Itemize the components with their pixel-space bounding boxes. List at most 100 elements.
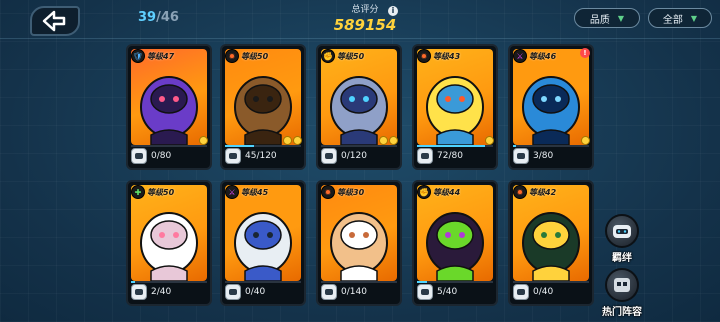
card-footer: 0/80 [131, 147, 207, 165]
shield-icon: 🛡 [131, 49, 145, 63]
header-divider [0, 38, 720, 39]
shard-icon [131, 284, 147, 300]
shard-icon [321, 284, 337, 300]
hero-card[interactable]: ✹ 等级50 45/120 [220, 44, 306, 170]
collection-total: /46 [156, 10, 179, 25]
hero-card[interactable]: ✊ 等级50 0/120 [316, 44, 402, 170]
hero-card[interactable]: ⚔ 等级46 ! 3/80 [508, 44, 594, 170]
hero-card[interactable]: 🛡 等级47 0/80 [126, 44, 212, 170]
level-text: 等级45 [241, 187, 269, 197]
card-footer: 0/40 [513, 283, 589, 301]
shard-progress: 0/40 [533, 287, 554, 297]
hero-art: ✹ 等级30 [321, 185, 397, 281]
info-icon[interactable]: i [388, 6, 398, 16]
card-footer: 45/120 [225, 147, 301, 165]
hero-character-image [426, 76, 484, 145]
shard-progress: 0/40 [245, 287, 266, 297]
hero-art: ✚ 等级50 [131, 185, 207, 281]
level-text: 等级50 [241, 51, 269, 61]
bond-button[interactable]: 羁绊 [600, 214, 644, 264]
hero-character-image [140, 76, 198, 145]
card-footer: 0/120 [321, 147, 397, 165]
quality-filter-dropdown[interactable]: 品质 ▼ [574, 8, 640, 28]
star-icon [293, 136, 302, 145]
collection-current: 39 [138, 10, 157, 25]
sword-icon: ⚔ [513, 49, 527, 63]
hero-character-image [234, 212, 292, 281]
fist-icon: ✊ [417, 185, 431, 199]
card-footer: 3/80 [513, 147, 589, 165]
level-badge: ✹ 等级50 [225, 49, 271, 63]
level-text: 等级43 [433, 51, 461, 61]
level-text: 等级50 [337, 51, 365, 61]
hero-art: ✹ 等级50 [225, 49, 301, 145]
shard-progress: 5/40 [437, 287, 458, 297]
hero-card[interactable]: ✹ 等级42 0/40 [508, 180, 594, 306]
star-icon [283, 136, 292, 145]
hero-character-image [330, 212, 388, 281]
shard-icon [225, 148, 241, 164]
level-badge: ✹ 等级30 [321, 185, 367, 199]
shard-progress: 0/140 [341, 287, 367, 297]
hero-card[interactable]: ⚔ 等级45 0/40 [220, 180, 306, 306]
hero-art: ✹ 等级43 [417, 49, 493, 145]
level-text: 等级30 [337, 187, 365, 197]
back-arrow-icon [42, 10, 66, 32]
star-icon [199, 136, 208, 145]
card-footer: 0/40 [225, 283, 301, 301]
level-badge: ⚔ 等级46 [513, 49, 559, 63]
all-filter-dropdown[interactable]: 全部 ▼ [648, 8, 712, 28]
shard-icon [417, 148, 433, 164]
shard-icon [321, 148, 337, 164]
star-rating [581, 136, 590, 145]
shard-icon [513, 148, 529, 164]
hero-art: ✊ 等级44 [417, 185, 493, 281]
hero-character-image [234, 76, 292, 145]
alert-icon: ! [580, 48, 590, 58]
sword-icon: ⚔ [225, 185, 239, 199]
flame-icon: ✹ [513, 185, 527, 199]
shard-icon [225, 284, 241, 300]
level-badge: ⚔ 等级45 [225, 185, 271, 199]
shard-progress: 45/120 [245, 151, 277, 161]
level-badge: ✊ 等级50 [321, 49, 367, 63]
popular-lineup-label: 热门阵容 [602, 307, 642, 318]
card-footer: 72/80 [417, 147, 493, 165]
hero-character-image [426, 212, 484, 281]
shard-progress: 3/80 [533, 151, 554, 161]
level-text: 等级46 [529, 51, 557, 61]
hero-card[interactable]: ✚ 等级50 2/40 [126, 180, 212, 306]
shard-progress: 72/80 [437, 151, 463, 161]
shard-icon [513, 284, 529, 300]
hero-card[interactable]: ✹ 等级43 72/80 [412, 44, 498, 170]
fist-icon: ✊ [321, 49, 335, 63]
hero-art: ⚔ 等级46 [513, 49, 589, 145]
popular-lineup-button[interactable]: 热门阵容 [600, 268, 644, 318]
level-text: 等级47 [147, 51, 175, 61]
level-badge: ✚ 等级50 [131, 185, 177, 199]
hero-character-image [522, 212, 580, 281]
shard-progress: 0/120 [341, 151, 367, 161]
star-icon [485, 136, 494, 145]
hero-card[interactable]: ✹ 等级30 0/140 [316, 180, 402, 306]
hero-card[interactable]: ✊ 等级44 5/40 [412, 180, 498, 306]
hero-character-image [330, 76, 388, 145]
flame-icon: ✹ [321, 185, 335, 199]
hero-art: ✊ 等级50 [321, 49, 397, 145]
star-rating [485, 136, 494, 145]
shard-icon [131, 148, 147, 164]
level-badge: ✹ 等级43 [417, 49, 463, 63]
star-rating [199, 136, 208, 145]
hero-art: ⚔ 等级45 [225, 185, 301, 281]
star-icon [379, 136, 388, 145]
back-button[interactable] [30, 6, 80, 36]
level-text: 等级44 [433, 187, 461, 197]
flame-icon: ✹ [417, 49, 431, 63]
card-footer: 5/40 [417, 283, 493, 301]
all-filter-label: 全部 [662, 14, 683, 26]
shard-progress: 0/80 [151, 151, 172, 161]
star-icon [389, 136, 398, 145]
star-rating [283, 136, 302, 145]
hero-character-image [522, 76, 580, 145]
chevron-down-icon: ▼ [690, 13, 698, 23]
